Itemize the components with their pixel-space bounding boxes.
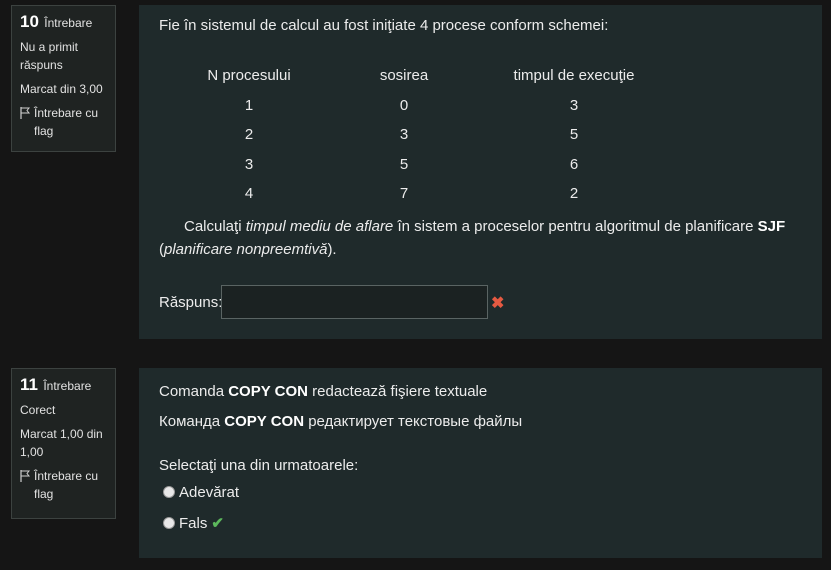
table-cell: 1	[244, 96, 254, 114]
table-cell: 5	[569, 126, 579, 144]
flag-label: Întrebare cu flag	[34, 469, 99, 501]
task-text: în sistem a proceselor pentru algoritmul…	[393, 218, 758, 235]
text-part: редактирует текстовые файлы	[304, 413, 523, 430]
table-header: timpul de execuţie	[513, 67, 635, 85]
question-content-10: Fie în sistemul de calcul au fost iniţia…	[139, 5, 822, 339]
question-heading: 11 Întrebare	[20, 376, 107, 395]
table-cell: 4	[244, 185, 254, 203]
question-number: 11	[20, 375, 38, 394]
flag-label: Întrebare cu flag	[34, 106, 99, 138]
question-mark: Marcat din 3,00	[20, 82, 103, 96]
text-part: Comanda	[159, 383, 229, 400]
question-text-intro: Fie în sistemul de calcul au fost iniţia…	[159, 17, 609, 34]
option-label: Fals	[179, 515, 208, 532]
task-text: Calculaţi	[184, 218, 246, 235]
flag-icon	[20, 106, 31, 124]
table-cell: 3	[569, 96, 579, 114]
table-header-row: N procesului sosirea timpul de execuţie	[199, 61, 639, 91]
answer-label: Răspuns:	[159, 294, 223, 311]
option-label: Adevărat	[179, 484, 240, 501]
flag-question-link[interactable]: Întrebare cu flag	[20, 467, 107, 503]
task-emphasis: planificare nonpreemtivă	[164, 241, 328, 258]
text-part: redactează fişiere textuale	[307, 383, 488, 400]
answer-input[interactable]	[221, 285, 488, 319]
table-cell: 7	[399, 185, 409, 203]
select-prompt: Selectaţi una din urmatoarele:	[159, 457, 359, 474]
table-row: 2 3 5	[199, 120, 639, 150]
correct-check-icon: ✔	[211, 515, 224, 532]
task-text: ).	[327, 241, 337, 258]
question-number: 10	[20, 12, 39, 31]
option-true[interactable]: Adevărat	[163, 484, 239, 501]
question-info-10: 10 Întrebare Nu a primit răspuns Marcat …	[11, 5, 116, 152]
radio-button[interactable]	[163, 486, 175, 498]
option-false[interactable]: Fals ✔	[163, 514, 224, 532]
table-cell: 2	[244, 126, 254, 144]
table-cell: 6	[569, 155, 579, 173]
table-cell: 3	[244, 155, 254, 173]
table-header: sosirea	[379, 67, 429, 85]
table-cell: 0	[399, 96, 409, 114]
table-cell: 2	[569, 185, 579, 203]
text-part: Команда	[159, 413, 225, 430]
incorrect-icon: ✖	[491, 295, 505, 312]
table-row: 1 0 3	[199, 91, 639, 121]
flag-icon	[20, 469, 31, 487]
flag-question-link[interactable]: Întrebare cu flag	[20, 104, 107, 140]
question-info-11: 11 Întrebare Corect Marcat 1,00 din 1,00…	[11, 368, 116, 519]
question-status: Nu a primit răspuns	[20, 40, 79, 72]
table-row: 4 7 2	[199, 179, 639, 209]
command-name: COPY CON	[224, 413, 305, 430]
question-status: Corect	[20, 403, 56, 417]
question-label: Întrebare	[44, 16, 93, 30]
question-text-ru: Команда COPY CON редактирует текстовые ф…	[159, 413, 522, 430]
table-row: 3 5 6	[199, 150, 639, 180]
table-cell: 5	[399, 155, 409, 173]
question-content-11: Comanda COPY CON redactează fişiere text…	[139, 368, 822, 558]
radio-button[interactable]	[163, 517, 175, 529]
question-task: Calculaţi timpul mediu de aflare în sist…	[159, 215, 799, 261]
task-algorithm: SJF	[757, 218, 786, 235]
task-emphasis: timpul mediu de aflare	[245, 218, 394, 235]
question-heading: 10 Întrebare	[20, 13, 107, 32]
process-table: N procesului sosirea timpul de execuţie …	[199, 61, 639, 209]
question-label: Întrebare	[43, 379, 92, 393]
command-name: COPY CON	[228, 383, 308, 400]
table-header: N procesului	[207, 67, 291, 85]
question-text-ro: Comanda COPY CON redactează fişiere text…	[159, 383, 487, 400]
table-cell: 3	[399, 126, 409, 144]
question-mark: Marcat 1,00 din 1,00	[20, 427, 103, 459]
